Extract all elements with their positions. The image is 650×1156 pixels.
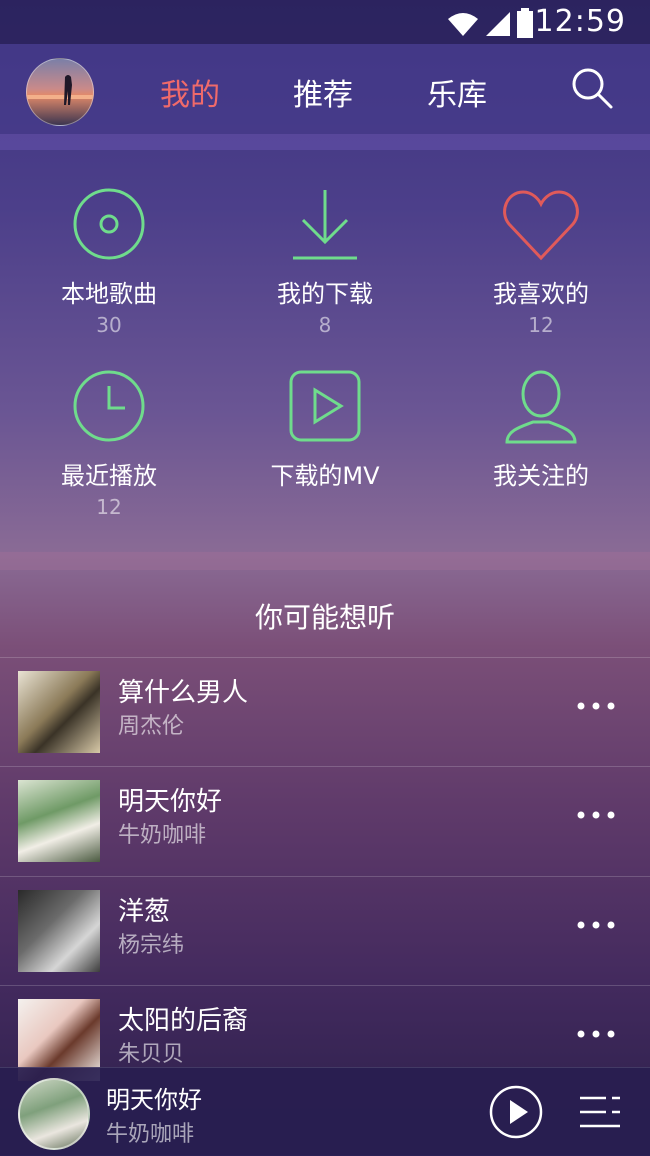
grid-item-my-favorites[interactable]: 我喜欢的 12: [441, 186, 641, 337]
grid-count: 8: [318, 313, 332, 337]
avatar-image: [27, 75, 93, 105]
avatar[interactable]: [26, 58, 94, 126]
playlist-icon[interactable]: [578, 1092, 622, 1132]
grid-label: 下载的MV: [270, 462, 380, 490]
song-artist: 杨宗纬: [118, 933, 185, 958]
player-artist: 牛奶咖啡: [106, 1122, 195, 1147]
tab-mine[interactable]: 我的: [160, 70, 220, 114]
clock-icon: [73, 370, 145, 442]
player-cover[interactable]: [18, 1078, 90, 1150]
section-title: 你可能想听: [254, 601, 395, 634]
song-title: 太阳的后裔: [118, 1006, 249, 1036]
song-title: 明天你好: [118, 787, 223, 817]
disc-icon: [73, 188, 145, 260]
battery-icon: [517, 8, 533, 38]
download-icon: [293, 190, 357, 260]
grid-label: 我关注的: [493, 462, 589, 490]
more-icon[interactable]: [576, 1024, 616, 1044]
grid-item-my-downloads[interactable]: 我的下载 8: [225, 186, 425, 337]
song-row[interactable]: 明天你好 牛奶咖啡: [0, 766, 650, 876]
grid-item-local-songs[interactable]: 本地歌曲 30: [9, 186, 209, 337]
tab-recommend[interactable]: 推荐: [293, 70, 353, 114]
mini-player[interactable]: 明天你好 牛奶咖啡: [0, 1067, 650, 1156]
grid-label: 最近播放: [61, 462, 157, 490]
more-icon[interactable]: [576, 696, 616, 716]
song-artist: 周杰伦: [118, 714, 185, 739]
song-title: 洋葱: [118, 897, 171, 927]
song-row[interactable]: 洋葱 杨宗纬: [0, 876, 650, 986]
status-icons: [446, 8, 534, 38]
grid-count: 12: [528, 313, 554, 337]
section-divider: [0, 552, 650, 570]
grid-count: 30: [96, 313, 122, 337]
player-song-title: 明天你好: [106, 1086, 202, 1114]
search-icon[interactable]: [570, 66, 614, 110]
album-cover: [18, 780, 100, 862]
grid-item-following[interactable]: 我关注的: [441, 368, 641, 491]
song-artist: 朱贝贝: [118, 1042, 185, 1067]
nav-divider: [0, 134, 650, 150]
song-artist: 牛奶咖啡: [118, 823, 207, 848]
more-icon[interactable]: [576, 805, 616, 825]
grid-label: 我喜欢的: [493, 280, 589, 308]
song-row[interactable]: 算什么男人 周杰伦: [0, 657, 650, 767]
grid-label: 我的下载: [277, 280, 373, 308]
wifi-icon: [448, 13, 478, 36]
grid-item-recent-plays[interactable]: 最近播放 12: [9, 368, 209, 519]
user-icon: [505, 370, 577, 444]
song-title: 算什么男人: [118, 678, 249, 708]
more-icon[interactable]: [576, 915, 616, 935]
grid-item-downloaded-mv[interactable]: 下载的MV: [225, 368, 425, 491]
status-bar: 12:59: [0, 0, 650, 44]
play-button[interactable]: [488, 1084, 544, 1140]
top-nav: 我的 推荐 乐库: [0, 44, 650, 134]
signal-icon: [486, 12, 510, 36]
heart-icon: [503, 190, 579, 261]
grid-label: 本地歌曲: [61, 280, 157, 308]
album-cover: [18, 890, 100, 972]
grid-count: 12: [96, 495, 122, 519]
album-cover: [18, 671, 100, 753]
video-icon: [289, 370, 361, 442]
status-time: 12:59: [534, 4, 626, 39]
tab-library[interactable]: 乐库: [427, 70, 487, 114]
